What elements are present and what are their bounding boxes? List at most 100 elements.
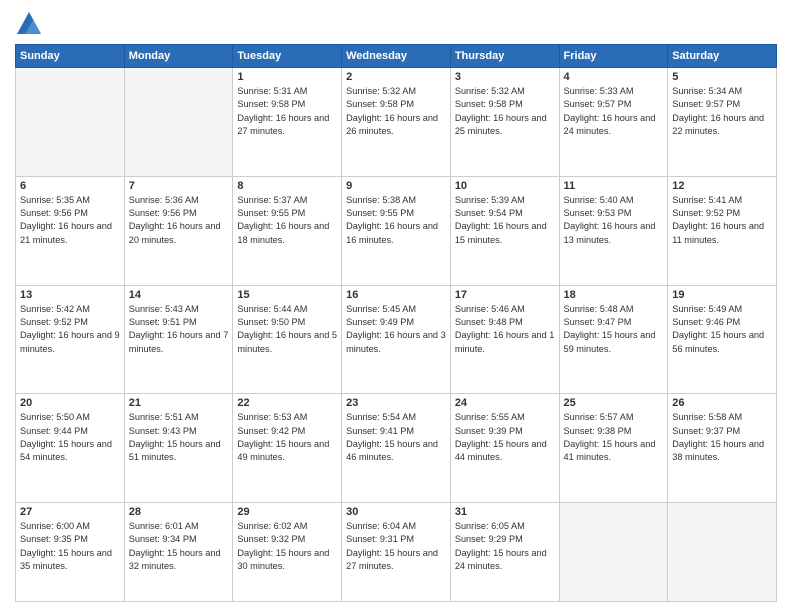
logo-icon	[15, 10, 43, 38]
calendar-day: 23Sunrise: 5:54 AM Sunset: 9:41 PM Dayli…	[342, 394, 451, 503]
calendar-table: SundayMondayTuesdayWednesdayThursdayFrid…	[15, 44, 777, 602]
day-number: 15	[237, 289, 337, 301]
day-number: 2	[346, 71, 446, 83]
calendar-day	[124, 68, 233, 177]
day-info: Sunrise: 5:35 AM Sunset: 9:56 PM Dayligh…	[20, 194, 120, 247]
calendar-day: 6 Sunrise: 5:35 AM Sunset: 9:56 PM Daylig…	[16, 176, 125, 285]
day-info: Sunrise: 5:33 AM Sunset: 9:57 PM Dayligh…	[564, 85, 664, 138]
calendar-week-3: 13Sunrise: 5:42 AM Sunset: 9:52 PM Dayli…	[16, 285, 777, 394]
calendar-day: 13Sunrise: 5:42 AM Sunset: 9:52 PM Dayli…	[16, 285, 125, 394]
day-number: 17	[455, 289, 555, 301]
calendar-day	[668, 503, 777, 602]
day-number: 30	[346, 506, 446, 518]
calendar-day: 31 Sunrise: 6:05 AM Sunset: 9:29 PM Dayli…	[450, 503, 559, 602]
day-number: 11	[564, 180, 664, 192]
calendar-week-1: 1 Sunrise: 5:31 AM Sunset: 9:58 PM Daylig…	[16, 68, 777, 177]
day-number: 6	[20, 180, 120, 192]
calendar-header-sunday: Sunday	[16, 45, 125, 68]
calendar-day: 18Sunrise: 5:48 AM Sunset: 9:47 PM Dayli…	[559, 285, 668, 394]
day-info: Sunrise: 5:46 AM Sunset: 9:48 PM Dayligh…	[455, 303, 555, 356]
calendar-header-saturday: Saturday	[668, 45, 777, 68]
calendar-week-4: 20Sunrise: 5:50 AM Sunset: 9:44 PM Dayli…	[16, 394, 777, 503]
day-number: 5	[672, 71, 772, 83]
day-number: 14	[129, 289, 229, 301]
calendar-day: 22Sunrise: 5:53 AM Sunset: 9:42 PM Dayli…	[233, 394, 342, 503]
logo	[15, 10, 47, 38]
calendar-day	[16, 68, 125, 177]
calendar-header-tuesday: Tuesday	[233, 45, 342, 68]
day-info: Sunrise: 5:40 AM Sunset: 9:53 PM Dayligh…	[564, 194, 664, 247]
calendar-day: 16 Sunrise: 5:45 AM Sunset: 9:49 PM Dayli…	[342, 285, 451, 394]
day-info: Sunrise: 6:04 AM Sunset: 9:31 PM Dayligh…	[346, 520, 446, 573]
calendar-header-friday: Friday	[559, 45, 668, 68]
day-number: 16	[346, 289, 446, 301]
day-info: Sunrise: 5:45 AM Sunset: 9:49 PM Dayligh…	[346, 303, 446, 356]
calendar-day: 11 Sunrise: 5:40 AM Sunset: 9:53 PM Dayli…	[559, 176, 668, 285]
calendar-day: 7 Sunrise: 5:36 AM Sunset: 9:56 PM Daylig…	[124, 176, 233, 285]
day-info: Sunrise: 6:01 AM Sunset: 9:34 PM Dayligh…	[129, 520, 229, 573]
calendar-day: 17 Sunrise: 5:46 AM Sunset: 9:48 PM Dayli…	[450, 285, 559, 394]
calendar-header-monday: Monday	[124, 45, 233, 68]
calendar-day: 14 Sunrise: 5:43 AM Sunset: 9:51 PM Dayli…	[124, 285, 233, 394]
day-number: 20	[20, 397, 120, 409]
day-info: Sunrise: 5:58 AM Sunset: 9:37 PM Dayligh…	[672, 411, 772, 464]
calendar-day: 29 Sunrise: 6:02 AM Sunset: 9:32 PM Dayli…	[233, 503, 342, 602]
calendar-week-2: 6 Sunrise: 5:35 AM Sunset: 9:56 PM Daylig…	[16, 176, 777, 285]
day-number: 3	[455, 71, 555, 83]
calendar-day: 28 Sunrise: 6:01 AM Sunset: 9:34 PM Dayli…	[124, 503, 233, 602]
day-info: Sunrise: 5:41 AM Sunset: 9:52 PM Dayligh…	[672, 194, 772, 247]
day-number: 21	[129, 397, 229, 409]
day-number: 25	[564, 397, 664, 409]
day-number: 29	[237, 506, 337, 518]
day-info: Sunrise: 5:51 AM Sunset: 9:43 PM Dayligh…	[129, 411, 229, 464]
calendar-day: 1 Sunrise: 5:31 AM Sunset: 9:58 PM Daylig…	[233, 68, 342, 177]
calendar-day: 21 Sunrise: 5:51 AM Sunset: 9:43 PM Dayli…	[124, 394, 233, 503]
day-number: 27	[20, 506, 120, 518]
day-number: 26	[672, 397, 772, 409]
calendar-day	[559, 503, 668, 602]
calendar-day: 20Sunrise: 5:50 AM Sunset: 9:44 PM Dayli…	[16, 394, 125, 503]
page: SundayMondayTuesdayWednesdayThursdayFrid…	[0, 0, 792, 612]
day-info: Sunrise: 5:49 AM Sunset: 9:46 PM Dayligh…	[672, 303, 772, 356]
day-info: Sunrise: 6:02 AM Sunset: 9:32 PM Dayligh…	[237, 520, 337, 573]
calendar-week-5: 27Sunrise: 6:00 AM Sunset: 9:35 PM Dayli…	[16, 503, 777, 602]
calendar-day: 12 Sunrise: 5:41 AM Sunset: 9:52 PM Dayli…	[668, 176, 777, 285]
day-info: Sunrise: 5:55 AM Sunset: 9:39 PM Dayligh…	[455, 411, 555, 464]
day-info: Sunrise: 5:34 AM Sunset: 9:57 PM Dayligh…	[672, 85, 772, 138]
day-number: 28	[129, 506, 229, 518]
day-info: Sunrise: 5:48 AM Sunset: 9:47 PM Dayligh…	[564, 303, 664, 356]
calendar-day: 9 Sunrise: 5:38 AM Sunset: 9:55 PM Daylig…	[342, 176, 451, 285]
calendar-day: 25 Sunrise: 5:57 AM Sunset: 9:38 PM Dayli…	[559, 394, 668, 503]
day-number: 4	[564, 71, 664, 83]
day-number: 8	[237, 180, 337, 192]
day-number: 31	[455, 506, 555, 518]
day-info: Sunrise: 5:43 AM Sunset: 9:51 PM Dayligh…	[129, 303, 229, 356]
calendar-day: 26 Sunrise: 5:58 AM Sunset: 9:37 PM Dayli…	[668, 394, 777, 503]
calendar-day: 19 Sunrise: 5:49 AM Sunset: 9:46 PM Dayli…	[668, 285, 777, 394]
calendar-day: 15Sunrise: 5:44 AM Sunset: 9:50 PM Dayli…	[233, 285, 342, 394]
day-info: Sunrise: 5:53 AM Sunset: 9:42 PM Dayligh…	[237, 411, 337, 464]
calendar-day: 10 Sunrise: 5:39 AM Sunset: 9:54 PM Dayli…	[450, 176, 559, 285]
day-info: Sunrise: 5:32 AM Sunset: 9:58 PM Dayligh…	[455, 85, 555, 138]
day-number: 7	[129, 180, 229, 192]
day-number: 19	[672, 289, 772, 301]
calendar-day: 5 Sunrise: 5:34 AM Sunset: 9:57 PM Daylig…	[668, 68, 777, 177]
day-info: Sunrise: 5:31 AM Sunset: 9:58 PM Dayligh…	[237, 85, 337, 138]
day-info: Sunrise: 6:05 AM Sunset: 9:29 PM Dayligh…	[455, 520, 555, 573]
calendar-header-thursday: Thursday	[450, 45, 559, 68]
calendar-day: 30 Sunrise: 6:04 AM Sunset: 9:31 PM Dayli…	[342, 503, 451, 602]
day-info: Sunrise: 5:37 AM Sunset: 9:55 PM Dayligh…	[237, 194, 337, 247]
day-info: Sunrise: 5:39 AM Sunset: 9:54 PM Dayligh…	[455, 194, 555, 247]
day-number: 10	[455, 180, 555, 192]
day-number: 9	[346, 180, 446, 192]
calendar-day: 2Sunrise: 5:32 AM Sunset: 9:58 PM Daylig…	[342, 68, 451, 177]
day-number: 23	[346, 397, 446, 409]
header	[15, 10, 777, 38]
day-info: Sunrise: 5:42 AM Sunset: 9:52 PM Dayligh…	[20, 303, 120, 356]
day-info: Sunrise: 5:38 AM Sunset: 9:55 PM Dayligh…	[346, 194, 446, 247]
day-number: 1	[237, 71, 337, 83]
day-info: Sunrise: 5:36 AM Sunset: 9:56 PM Dayligh…	[129, 194, 229, 247]
day-number: 12	[672, 180, 772, 192]
day-info: Sunrise: 5:57 AM Sunset: 9:38 PM Dayligh…	[564, 411, 664, 464]
calendar-header-row: SundayMondayTuesdayWednesdayThursdayFrid…	[16, 45, 777, 68]
